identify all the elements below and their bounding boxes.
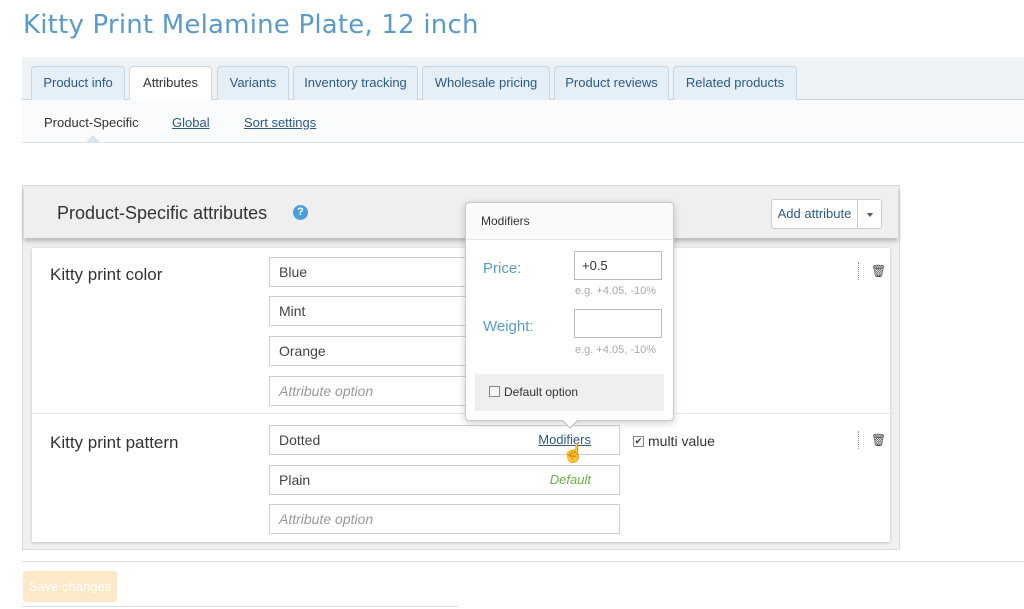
weight-label: Weight: — [483, 318, 534, 335]
drag-handle-icon[interactable] — [858, 262, 860, 280]
option-value: Orange — [279, 343, 326, 359]
option-value: Dotted — [279, 432, 321, 448]
footer-divider — [22, 561, 1024, 562]
default-option-checkbox[interactable]: Default option — [475, 374, 664, 411]
row-divider — [32, 413, 890, 414]
subnav-global-link[interactable]: Global — [172, 115, 210, 130]
tab-bar: Product info Attributes Variants Invento… — [22, 57, 1024, 101]
multi-value-checkbox[interactable]: ✔ multi value — [633, 433, 715, 449]
help-icon[interactable]: ? — [293, 205, 308, 220]
save-changes-button[interactable]: Save changes — [23, 571, 117, 602]
attributes-list: Kitty print color Blue Mint Orange Attri… — [32, 248, 890, 542]
default-option-label: Default option — [504, 385, 579, 399]
option-value: Plain — [279, 472, 311, 488]
trash-icon[interactable]: 🗑 — [871, 433, 886, 447]
checkbox-checked-icon[interactable]: ✔ — [633, 435, 644, 447]
tab-variants[interactable]: Variants — [217, 66, 289, 100]
tab-inventory-tracking[interactable]: Inventory tracking — [293, 66, 418, 100]
drag-handle-icon[interactable] — [858, 431, 860, 449]
price-label: Price: — [483, 260, 522, 277]
modifiers-popover: Modifiers Price: +0.5 e.g. +4.05, -10% W… — [465, 202, 674, 429]
panel-header: Product-Specific attributes ? Add attrib… — [24, 187, 898, 238]
add-attribute-dropdown-toggle[interactable] — [857, 199, 882, 229]
active-subnav-caret — [85, 135, 101, 143]
attribute-name[interactable]: Kitty print pattern — [50, 433, 179, 453]
tab-product-info[interactable]: Product info — [31, 66, 125, 100]
checkbox-unchecked-icon[interactable] — [489, 386, 500, 398]
multi-value-label: multi value — [648, 433, 715, 449]
sub-navigation: Product-Specific Global Sort settings — [22, 100, 1024, 143]
trash-icon[interactable]: 🗑 — [871, 264, 886, 278]
new-option-input[interactable]: Attribute option — [269, 504, 620, 534]
add-attribute-button[interactable]: Add attribute — [771, 199, 858, 229]
tab-wholesale-pricing[interactable]: Wholesale pricing — [422, 66, 550, 100]
weight-hint: e.g. +4.05, -10% — [575, 344, 657, 356]
panel-title: Product-Specific attributes — [57, 203, 268, 223]
price-hint: e.g. +4.05, -10% — [575, 285, 657, 297]
tab-product-reviews[interactable]: Product reviews — [554, 66, 669, 100]
popover-title: Modifiers — [466, 203, 673, 240]
footer-underline — [22, 606, 458, 607]
popover-arrow — [561, 419, 579, 429]
attribute-option-input[interactable]: Plain Default — [269, 465, 620, 495]
tab-attributes[interactable]: Attributes — [129, 66, 212, 101]
weight-modifier-input[interactable] — [574, 309, 662, 338]
subnav-product-specific[interactable]: Product-Specific — [44, 115, 139, 130]
page-title: Kitty Print Melamine Plate, 12 inch — [23, 10, 479, 40]
hand-cursor-icon: ☝ — [562, 443, 585, 463]
default-badge: Default — [549, 472, 591, 487]
attribute-name[interactable]: Kitty print color — [50, 265, 162, 285]
option-value: Blue — [279, 264, 308, 280]
price-modifier-input[interactable]: +0.5 — [574, 251, 662, 280]
tab-related-products[interactable]: Related products — [673, 66, 797, 100]
subnav-sort-settings-link[interactable]: Sort settings — [244, 115, 316, 130]
option-value: Mint — [279, 303, 306, 319]
